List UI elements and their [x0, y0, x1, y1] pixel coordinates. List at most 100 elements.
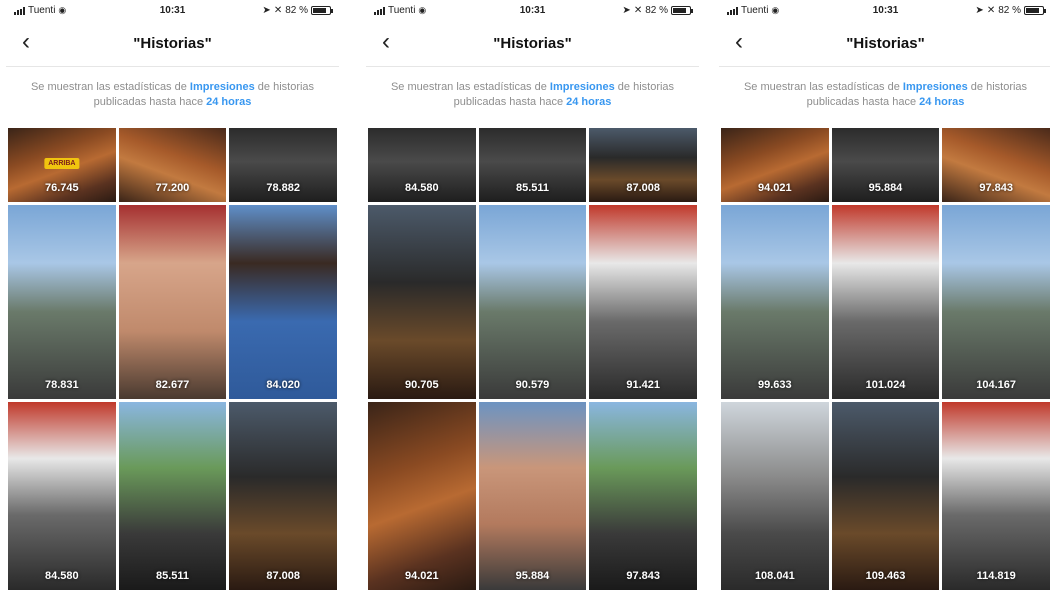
location-icon: ➤ — [262, 5, 271, 16]
story-sticker: ARRIBA — [44, 157, 80, 169]
story-tile[interactable]: 90.579 — [478, 205, 587, 399]
battery-icon — [1024, 6, 1046, 15]
info-prefix: Se muestran las estadísticas de — [30, 81, 187, 93]
story-tile[interactable]: 95.884 — [831, 128, 940, 202]
time-window-link[interactable]: 24 horas — [206, 96, 251, 108]
impressions-count: 78.831 — [45, 379, 79, 391]
status-right: ➤ ✕ 82 % — [622, 5, 693, 16]
battery-percent: 82 % — [998, 5, 1021, 16]
divider — [366, 66, 699, 67]
impressions-count: 85.511 — [515, 182, 550, 194]
impressions-count: 90.579 — [515, 379, 550, 391]
impressions-count: 95.884 — [515, 570, 550, 582]
phone-screen: Tuenti ◉ 10:31 ➤ ✕ 82 % ‹ "Historias" Se… — [366, 0, 699, 593]
battery-percent: 82 % — [285, 5, 308, 16]
impressions-count: 99.633 — [758, 379, 792, 391]
story-tile[interactable]: 85.511 — [478, 128, 587, 202]
story-tile[interactable]: 87.008 — [229, 402, 337, 590]
story-tile[interactable]: 77.200 — [118, 128, 227, 202]
info-prefix: Se muestran las estadísticas de — [390, 81, 547, 93]
story-tile[interactable]: 94.021 — [368, 402, 476, 590]
stats-info: Se muestran las estadísticas de Impresio… — [733, 80, 1038, 110]
battery-icon — [311, 6, 333, 15]
story-tile[interactable]: 104.167 — [942, 205, 1050, 399]
status-right: ➤ ✕ 82 % — [975, 5, 1046, 16]
impressions-count: 87.008 — [266, 570, 300, 582]
metric-link[interactable]: Impresiones — [903, 81, 968, 93]
status-bar: Tuenti ◉ 10:31 ➤ ✕ 82 % — [719, 0, 1050, 20]
story-tile[interactable]: 87.008 — [589, 128, 697, 202]
bluetooth-icon: ✕ — [273, 5, 283, 16]
story-tile[interactable]: 95.884 — [478, 402, 587, 590]
story-tile[interactable]: 109.463 — [831, 402, 940, 590]
story-tile[interactable]: 78.831 — [8, 205, 116, 399]
story-tile[interactable]: 78.882 — [229, 128, 337, 202]
bluetooth-icon: ✕ — [986, 5, 996, 16]
story-tile[interactable]: 82.677 — [118, 205, 227, 399]
impressions-count: 84.020 — [266, 379, 300, 391]
info-prefix: Se muestran las estadísticas de — [743, 81, 900, 93]
status-right: ➤ ✕ 82 % — [262, 5, 333, 16]
status-bar: Tuenti ◉ 10:31 ➤ ✕ 82 % — [366, 0, 699, 20]
story-tile[interactable]: 108.041 — [721, 402, 829, 590]
story-tile[interactable]: 97.843 — [942, 128, 1050, 202]
impressions-count: 109.463 — [865, 570, 906, 582]
impressions-count: 114.819 — [976, 570, 1016, 582]
impressions-count: 94.021 — [405, 570, 439, 582]
impressions-count: 97.843 — [626, 570, 660, 582]
impressions-count: 84.580 — [405, 182, 439, 194]
story-tile[interactable]: 90.705 — [368, 205, 476, 399]
phone-screen: Tuenti ◉ 10:31 ➤ ✕ 82 % ‹ "Historias" Se… — [6, 0, 339, 593]
page-title: "Historias" — [133, 35, 212, 52]
nav-bar: ‹ "Historias" — [719, 24, 1050, 60]
impressions-count: 78.882 — [266, 182, 300, 194]
phone-screen: Tuenti ◉ 10:31 ➤ ✕ 82 % ‹ "Historias" Se… — [719, 0, 1050, 593]
impressions-count: 97.843 — [979, 182, 1013, 194]
time-window-link[interactable]: 24 horas — [919, 96, 964, 108]
page-title: "Historias" — [493, 35, 572, 52]
location-icon: ➤ — [975, 5, 984, 16]
story-tile[interactable]: 91.421 — [589, 205, 697, 399]
battery-icon — [671, 6, 693, 15]
stories-grid: 94.021 95.884 97.843 99.633 101.024 104.167 10… — [721, 128, 1050, 590]
story-tile[interactable]: 99.633 — [721, 205, 829, 399]
stories-grid: ARRIBA 76.745 77.200 78.882 78.831 82.677 84.0… — [8, 128, 337, 590]
divider — [719, 66, 1050, 67]
impressions-count: 82.677 — [155, 379, 190, 391]
story-tile[interactable]: 101.024 — [831, 205, 940, 399]
impressions-count: 94.021 — [758, 182, 792, 194]
nav-bar: ‹ "Historias" — [6, 24, 339, 60]
time-window-link[interactable]: 24 horas — [566, 96, 611, 108]
story-tile[interactable]: 84.580 — [8, 402, 116, 590]
stats-info: Se muestran las estadísticas de Impresio… — [20, 80, 325, 110]
impressions-count: 76.745 — [45, 182, 79, 194]
story-tile[interactable]: 85.511 — [118, 402, 227, 590]
page-title: "Historias" — [846, 35, 925, 52]
impressions-count: 91.421 — [626, 379, 660, 391]
impressions-count: 84.580 — [45, 570, 79, 582]
impressions-count: 101.024 — [865, 379, 906, 391]
impressions-count: 85.511 — [155, 570, 190, 582]
story-tile[interactable]: 84.020 — [229, 205, 337, 399]
impressions-count: 104.167 — [976, 379, 1017, 391]
bluetooth-icon: ✕ — [633, 5, 643, 16]
metric-link[interactable]: Impresiones — [190, 81, 255, 93]
stories-grid: 84.580 85.511 87.008 90.705 90.579 91.421 94.0… — [368, 128, 697, 590]
story-tile[interactable]: ARRIBA 76.745 — [8, 128, 116, 202]
divider — [6, 66, 339, 67]
story-tile[interactable]: 94.021 — [721, 128, 829, 202]
impressions-count: 77.200 — [155, 182, 190, 194]
impressions-count: 95.884 — [868, 182, 903, 194]
location-icon: ➤ — [622, 5, 631, 16]
battery-percent: 82 % — [645, 5, 668, 16]
impressions-count: 87.008 — [626, 182, 660, 194]
impressions-count: 108.041 — [754, 570, 795, 582]
story-tile[interactable]: 84.580 — [368, 128, 476, 202]
stats-info: Se muestran las estadísticas de Impresio… — [380, 80, 685, 110]
impressions-count: 90.705 — [405, 379, 439, 391]
metric-link[interactable]: Impresiones — [550, 81, 615, 93]
story-tile[interactable]: 97.843 — [589, 402, 697, 590]
nav-bar: ‹ "Historias" — [366, 24, 699, 60]
story-tile[interactable]: 114.819 — [942, 402, 1050, 590]
status-bar: Tuenti ◉ 10:31 ➤ ✕ 82 % — [6, 0, 339, 20]
